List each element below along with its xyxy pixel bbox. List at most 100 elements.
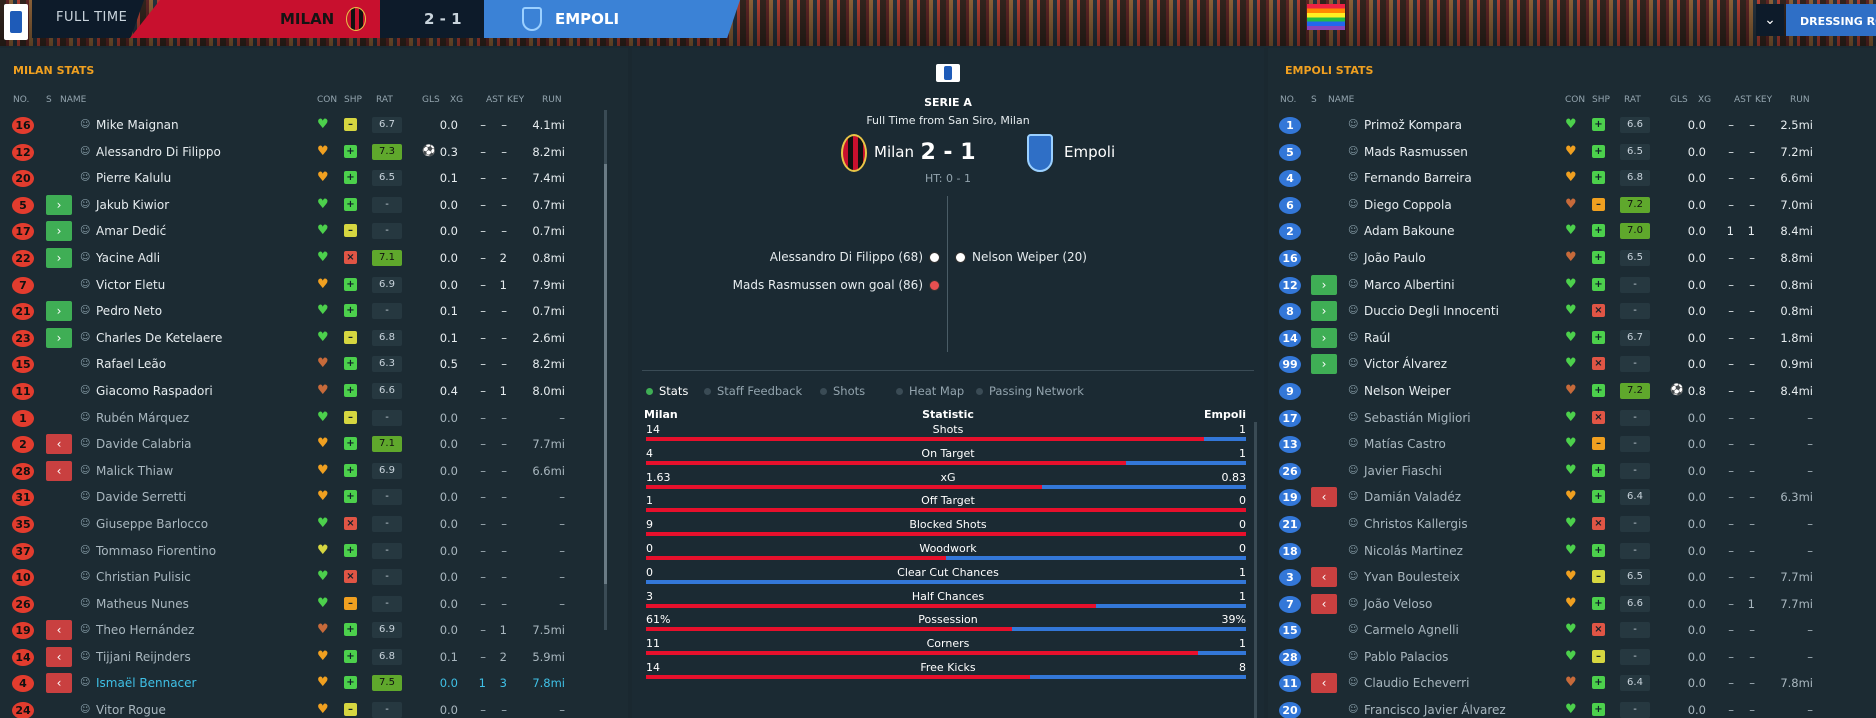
player-name[interactable]: Amar Dedić	[96, 224, 166, 238]
table-row[interactable]: 19 ‹ ☺ Damián Valadéz ♥ +6.4 0.0 – – 6.3mi	[1268, 484, 1876, 511]
scrollbar[interactable]	[1254, 422, 1257, 718]
player-name[interactable]: Davide Calabria	[96, 437, 192, 451]
col-header-rat[interactable]: RAT	[376, 95, 393, 105]
table-row[interactable]: 21 ☺ Christos Kallergis ♥ × -0.0– – –	[1268, 511, 1876, 538]
table-row[interactable]: 18 ☺ Nicolás Martinez ♥ + -0.0– – –	[1268, 538, 1876, 565]
table-row[interactable]: 4 ‹ ☺ Ismaël Bennacer ♥ +7.5 0.0 1 3 7.8mi	[0, 670, 628, 697]
table-row[interactable]: 12 ☺ Alessandro Di Filippo ♥ +7.3 ⚽ 0.3– –8.2mi	[0, 139, 628, 166]
table-row[interactable]: 21 › ☺ Pedro Neto ♥ + - 0.1 – – 0.7mi	[0, 298, 628, 325]
table-row[interactable]: 20 ☺ Francisco Javier Álvarez ♥ + -0.0– – –	[1268, 697, 1876, 718]
table-row[interactable]: 37 ☺ Tommaso Fiorentino ♥ + -0.0– – –	[0, 538, 628, 565]
col-header-ast[interactable]: AST	[486, 95, 503, 105]
col-header-run[interactable]: RUN	[542, 95, 562, 105]
table-row[interactable]: 16 ☺ João Paulo ♥ +6.5 0.0 – – 8.8mi	[1268, 245, 1876, 272]
col-header-key[interactable]: KEY	[507, 95, 524, 105]
player-name[interactable]: Claudio Echeverri	[1364, 676, 1469, 690]
player-name[interactable]: Matheus Nunes	[96, 597, 189, 611]
table-row[interactable]: 23 › ☺ Charles De Ketelaere ♥ –6.8 0.1– –2.6mi	[0, 325, 628, 352]
table-row[interactable]: 14 › ☺ Raúl ♥ +6.7 0.0 – – 1.8mi	[1268, 325, 1876, 352]
table-row[interactable]: 14 ‹ ☺ Tijjani Reijnders ♥ +6.8 0.1 –2 5.9mi	[0, 644, 628, 671]
player-name[interactable]: Giuseppe Barlocco	[96, 517, 208, 531]
col-header-key[interactable]: KEY	[1755, 95, 1772, 105]
player-name[interactable]: Primož Kompara	[1364, 118, 1462, 132]
player-name[interactable]: Charles De Ketelaere	[96, 331, 222, 345]
table-row[interactable]: 2 ‹ ☺ Davide Calabria ♥ +7.1 0.0 – – 7.7mi	[0, 431, 628, 458]
player-name[interactable]: Rafael Leão	[96, 357, 166, 371]
table-row[interactable]: 17 ☺ Sebastián Migliori ♥ × -0.0– – –	[1268, 405, 1876, 432]
table-row[interactable]: 12 › ☺ Marco Albertini ♥ + - 0.0 – – 0.8mi	[1268, 272, 1876, 299]
player-name[interactable]: Matías Castro	[1364, 437, 1446, 451]
dressing-room-button[interactable]: DRESSING RO	[1786, 4, 1876, 36]
player-name[interactable]: Carmelo Agnelli	[1364, 623, 1459, 637]
player-name[interactable]: Pedro Neto	[96, 304, 162, 318]
table-row[interactable]: 5 › ☺ Jakub Kiwior ♥ + - 0.0 – – 0.7mi	[0, 192, 628, 219]
player-name[interactable]: Mike Maignan	[96, 118, 179, 132]
table-row[interactable]: 13 ☺ Matías Castro ♥ – -0.0– – –	[1268, 431, 1876, 458]
table-row[interactable]: 3 ‹ ☺ Yvan Boulesteix ♥ –6.5 0.0– –7.7mi	[1268, 564, 1876, 591]
table-row[interactable]: 5 ☺ Mads Rasmussen ♥ +6.5 0.0 – – 7.2mi	[1268, 139, 1876, 166]
tab-stats[interactable]: Stats	[646, 384, 688, 398]
col-header-no[interactable]: NO.	[1280, 95, 1296, 105]
player-name[interactable]: Yvan Boulesteix	[1364, 570, 1460, 584]
player-name[interactable]: Rubén Márquez	[96, 411, 189, 425]
col-header-con[interactable]: CON	[1565, 95, 1585, 105]
table-row[interactable]: 1 ☺ Rubén Márquez ♥ – -0.0– – –	[0, 405, 628, 432]
player-name[interactable]: Christian Pulisic	[96, 570, 191, 584]
table-row[interactable]: 15 ☺ Rafael Leão ♥ +6.3 0.5 – – 8.2mi	[0, 351, 628, 378]
player-name[interactable]: Duccio Degli Innocenti	[1364, 304, 1499, 318]
table-row[interactable]: 11 ‹ ☺ Claudio Echeverri ♥ +6.4 0.0 – – 7.8mi	[1268, 670, 1876, 697]
col-header-xg[interactable]: XG	[1698, 95, 1711, 105]
player-name[interactable]: Nicolás Martinez	[1364, 544, 1463, 558]
player-name[interactable]: Nelson Weiper	[1364, 384, 1451, 398]
tab-heat-map[interactable]: Heat Map	[896, 384, 964, 398]
table-row[interactable]: 7 ☺ Victor Eletu ♥ +6.9 0.0 –1 7.9mi	[0, 272, 628, 299]
col-header-run[interactable]: RUN	[1790, 95, 1810, 105]
col-header-shp[interactable]: SHP	[1592, 95, 1610, 105]
col-header-rat[interactable]: RAT	[1624, 95, 1641, 105]
col-header-gls[interactable]: GLS	[422, 95, 440, 105]
table-row[interactable]: 28 ‹ ☺ Malick Thiaw ♥ +6.9 0.0 – – 6.6mi	[0, 458, 628, 485]
table-row[interactable]: 1 ☺ Primož Kompara ♥ +6.6 0.0 – – 2.5mi	[1268, 112, 1876, 139]
col-header-gls[interactable]: GLS	[1670, 95, 1688, 105]
player-name[interactable]: Victor Eletu	[96, 278, 165, 292]
table-row[interactable]: 24 ☺ Vitor Rogue ♥ – -0.0– – –	[0, 697, 628, 718]
chevron-down-icon[interactable]: ⌄	[1756, 4, 1784, 36]
player-name[interactable]: Davide Serretti	[96, 490, 186, 504]
player-name[interactable]: Giacomo Raspadori	[96, 384, 213, 398]
player-name[interactable]: Alessandro Di Filippo	[96, 145, 221, 159]
player-name[interactable]: Vitor Rogue	[96, 703, 166, 717]
table-row[interactable]: 9 ☺ Nelson Weiper ♥ +7.2 ⚽ 0.8– –8.4mi	[1268, 378, 1876, 405]
col-header-s[interactable]: S	[46, 95, 52, 105]
player-name[interactable]: Marco Albertini	[1364, 278, 1455, 292]
player-name[interactable]: Theo Hernández	[96, 623, 194, 637]
col-header-xg[interactable]: XG	[450, 95, 463, 105]
tab-passing-network[interactable]: Passing Network	[976, 384, 1084, 398]
player-name[interactable]: Javier Fiaschi	[1364, 464, 1442, 478]
table-row[interactable]: 19 ‹ ☺ Theo Hernández ♥ +6.9 0.0 –1 7.5mi	[0, 617, 628, 644]
table-row[interactable]: 28 ☺ Pablo Palacios ♥ – -0.0– – –	[1268, 644, 1876, 671]
player-name[interactable]: Pablo Palacios	[1364, 650, 1448, 664]
player-name[interactable]: Christos Kallergis	[1364, 517, 1468, 531]
table-row[interactable]: 8 › ☺ Duccio Degli Innocenti ♥ × - 0.0 – – 0.8mi	[1268, 298, 1876, 325]
player-name[interactable]: Sebastián Migliori	[1364, 411, 1471, 425]
table-row[interactable]: 2 ☺ Adam Bakoune ♥ +7.0 0.0 1 1 8.4mi	[1268, 218, 1876, 245]
col-header-ast[interactable]: AST	[1734, 95, 1751, 105]
table-row[interactable]: 31 ☺ Davide Serretti ♥ + -0.0– – –	[0, 484, 628, 511]
player-name[interactable]: Malick Thiaw	[96, 464, 173, 478]
player-name[interactable]: Yacine Adli	[96, 251, 160, 265]
table-row[interactable]: 4 ☺ Fernando Barreira ♥ +6.8 0.0 – – 6.6mi	[1268, 165, 1876, 192]
table-row[interactable]: 7 ‹ ☺ João Veloso ♥ +6.6 0.0 –1 7.7mi	[1268, 591, 1876, 618]
player-name[interactable]: Tommaso Fiorentino	[96, 544, 216, 558]
table-row[interactable]: 22 › ☺ Yacine Adli ♥ × 7.1 0.0 –2 0.8mi	[0, 245, 628, 272]
player-name[interactable]: Raúl	[1364, 331, 1390, 345]
player-name[interactable]: Adam Bakoune	[1364, 224, 1455, 238]
col-header-no[interactable]: NO.	[13, 95, 29, 105]
scrollbar[interactable]	[604, 110, 607, 630]
player-name[interactable]: Diego Coppola	[1364, 198, 1452, 212]
col-header-con[interactable]: CON	[317, 95, 337, 105]
player-name[interactable]: João Veloso	[1364, 597, 1432, 611]
table-row[interactable]: 17 › ☺ Amar Dedić ♥ – -0.0– –0.7mi	[0, 218, 628, 245]
table-row[interactable]: 15 ☺ Carmelo Agnelli ♥ × -0.0– – –	[1268, 617, 1876, 644]
table-row[interactable]: 16 ☺ Mike Maignan ♥ – 6.7 0.0 – – 4.1mi	[0, 112, 628, 139]
table-row[interactable]: 10 ☺ Christian Pulisic ♥ × -0.0– – –	[0, 564, 628, 591]
